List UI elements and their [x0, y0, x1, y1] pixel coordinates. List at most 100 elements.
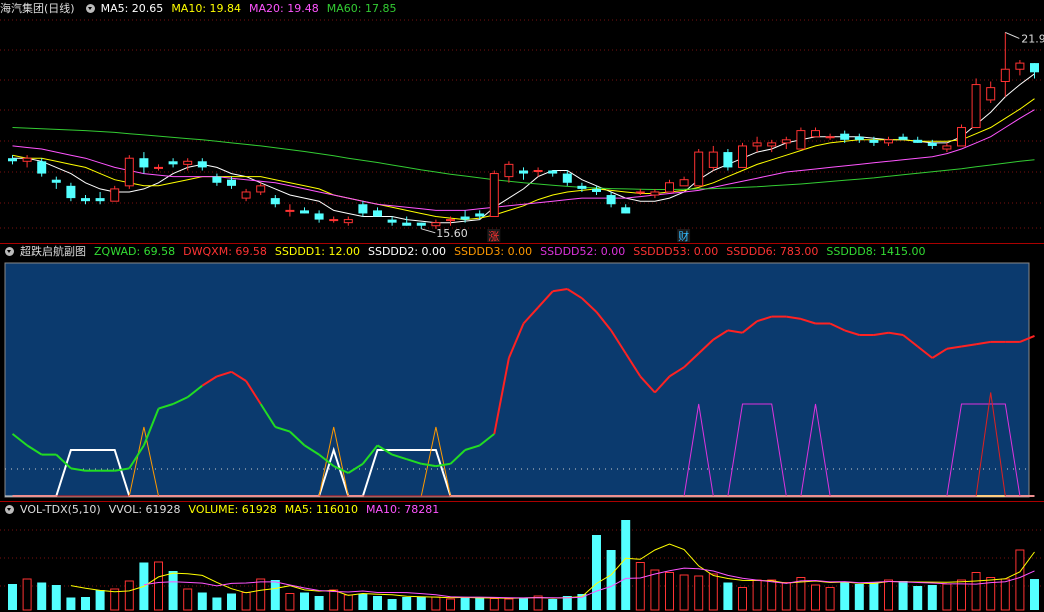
indicator-value-label: MA20: 19.48 [249, 2, 319, 15]
candle-body [270, 198, 280, 205]
volume-bar [898, 581, 908, 610]
candle-body [840, 133, 850, 140]
candle-body [781, 139, 791, 144]
ma-line-ma5 [12, 73, 1035, 224]
volume-bar [854, 584, 864, 610]
indicator-pane-title: 超跌启航副图 [20, 245, 86, 258]
volume-bar [183, 588, 193, 611]
high-price-label: 21.98 [1021, 32, 1044, 45]
indicator-value-label: MA60: 17.85 [326, 2, 397, 15]
volume-bar [66, 597, 76, 610]
volume-bar [942, 583, 952, 611]
volume-bar [781, 582, 791, 611]
candle-body [1030, 63, 1039, 73]
volume-bar [358, 594, 368, 610]
volume-bar [665, 572, 674, 611]
volume-bar [811, 584, 820, 611]
candle-body [898, 136, 908, 140]
candle-body [475, 213, 485, 217]
volume-bar [22, 578, 32, 611]
candle-body [927, 142, 937, 146]
candle-body [752, 142, 762, 147]
ma-line-ma20 [12, 109, 1035, 211]
volume-bar [635, 562, 645, 611]
settings-toggle-icon[interactable] [5, 246, 14, 256]
candle-body [460, 216, 470, 220]
volume-bar [431, 596, 441, 611]
volume-bar [256, 578, 266, 611]
settings-toggle-icon[interactable] [85, 3, 95, 13]
volume-bar [825, 587, 835, 611]
indicator-value-label: SSDDD53: 0.00 [633, 245, 719, 258]
candle-body [431, 222, 441, 227]
high-arrow [1005, 31, 1020, 39]
indicator-value-label: MA5: 116010 [284, 503, 359, 516]
event-marker-finance[interactable]: 财 [678, 229, 689, 243]
volume-bar [592, 535, 601, 610]
volume-bar [475, 597, 485, 610]
candle-body [110, 188, 120, 202]
volume-bar [840, 582, 850, 610]
indicator-value-label: MA5: 20.65 [100, 2, 164, 15]
indicator-pane-header: 超跌启航副图 ZQWAD: 69.58 DWQXM: 69.58 SSDDD1: 12… [0, 244, 941, 260]
candle-body [665, 182, 674, 193]
volume-bar [154, 561, 163, 611]
low-arrow [421, 228, 436, 234]
event-marker-rise[interactable]: 涨 [488, 230, 499, 243]
price-pane-title: 海汽集团(日线) [0, 2, 75, 15]
candle-body [869, 139, 879, 143]
candle-body [154, 166, 163, 169]
candle-body [285, 209, 295, 212]
volume-bar [1000, 578, 1010, 611]
candle-body [635, 191, 645, 194]
candle-body [168, 161, 178, 165]
candle-body [504, 163, 514, 178]
volume-bar [752, 579, 762, 611]
candle-body [22, 157, 32, 162]
volume-bar [300, 592, 309, 610]
candle-body [212, 176, 222, 183]
settings-toggle-icon[interactable] [5, 504, 14, 514]
volume-bar [212, 597, 222, 610]
candle-body [825, 136, 835, 139]
candle-body [241, 191, 251, 199]
indicator-value-label: SSDDD1: 12.00 [274, 245, 360, 258]
candle-body [548, 170, 558, 174]
volume-pane-header: VOL-TDX(5,10) VVOL: 61928 VOLUME: 61928 MA5… [0, 502, 455, 518]
candle-body [621, 207, 631, 214]
indicator-value-label: DWQXM: 69.58 [183, 245, 267, 258]
volume-bar [621, 520, 631, 610]
volume-bar [314, 596, 324, 610]
candle-body [562, 173, 572, 183]
volume-bar [913, 586, 923, 610]
candle-body [971, 84, 981, 129]
volume-bar [373, 596, 382, 610]
volume-bar [679, 574, 689, 611]
volume-bar [227, 593, 236, 610]
candle-body [811, 130, 820, 138]
candle-body [373, 210, 382, 217]
candle-body [913, 139, 923, 143]
candle-body [650, 191, 660, 196]
volume-bar [884, 579, 893, 611]
candle-body [738, 145, 747, 168]
volume-bar [446, 598, 455, 611]
volume-bar [329, 589, 339, 611]
stock-chart[interactable]: 21.98 15.60 涨 财 [0, 0, 1044, 612]
candle-body [358, 204, 368, 214]
volume-bar [694, 575, 704, 611]
candle-body [124, 157, 134, 187]
indicator-value-label: SSDDD3: 0.00 [454, 245, 533, 258]
volume-bar [504, 598, 514, 611]
ma-line-ma10 [12, 98, 1035, 221]
candle-body [314, 213, 324, 220]
volume-bar [387, 599, 397, 610]
volume-bar [519, 598, 528, 610]
volume-bar [460, 597, 470, 610]
candle-body [577, 185, 587, 189]
volume-bar [124, 580, 134, 611]
candle-body [197, 161, 207, 168]
candle-body [183, 160, 193, 165]
candle-body [95, 198, 105, 202]
indicator-value-label: MA10: 19.84 [171, 2, 242, 15]
